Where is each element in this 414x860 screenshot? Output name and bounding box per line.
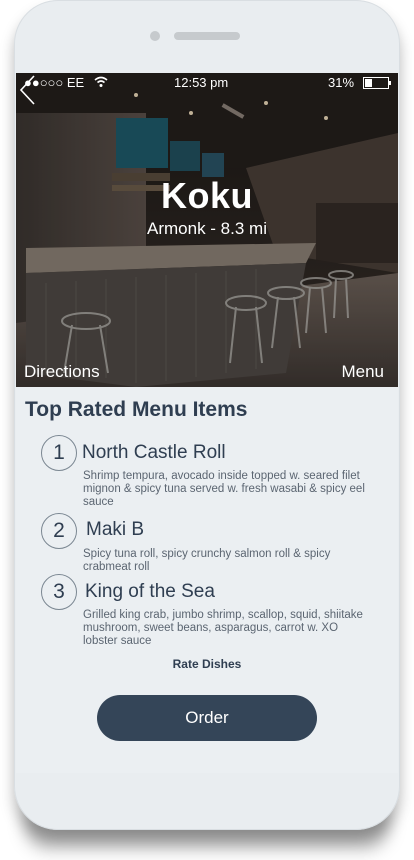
- dish-name: King of the Sea: [85, 581, 215, 602]
- rank-badge: 3: [41, 574, 77, 610]
- camera-icon: [150, 31, 160, 41]
- wifi-icon: [94, 76, 108, 87]
- section-title: Top Rated Menu Items: [25, 398, 248, 421]
- dish-name: Maki B: [86, 519, 145, 540]
- dish-description: Grilled king crab, jumbo shrimp, scallop…: [83, 609, 363, 647]
- status-time: 12:53 pm: [174, 75, 229, 90]
- restaurant-name: Koku: [161, 175, 253, 216]
- dish-description: Spicy tuna roll, spicy crunchy salmon ro…: [83, 548, 331, 573]
- order-button[interactable]: Order: [97, 695, 317, 741]
- speaker-grille: [174, 32, 240, 40]
- back-chevron-icon[interactable]: [16, 73, 42, 107]
- battery-icon: [363, 77, 391, 89]
- dish-name: North Castle Roll: [82, 442, 226, 463]
- restaurant-location: Armonk - 8.3 mi: [147, 219, 267, 238]
- rank-badge: 2: [41, 513, 77, 549]
- phone-frame: ●●○○○ EE 12:53 pm 31% Koku Armonk - 8.3 …: [14, 0, 400, 830]
- status-bar: ●●○○○ EE 12:53 pm 31%: [16, 73, 398, 93]
- app-screen: ●●○○○ EE 12:53 pm 31% Koku Armonk - 8.3 …: [16, 73, 398, 773]
- rank-badge: 1: [41, 435, 77, 471]
- menu-link[interactable]: Menu: [341, 362, 384, 382]
- rate-dishes-link[interactable]: Rate Dishes: [16, 657, 398, 671]
- directions-link[interactable]: Directions: [24, 362, 100, 382]
- dish-description: Shrimp tempura, avocado inside topped w.…: [83, 470, 365, 508]
- battery-percent: 31%: [328, 75, 355, 90]
- restaurant-hero-image: ●●○○○ EE 12:53 pm 31% Koku Armonk - 8.3 …: [16, 73, 398, 387]
